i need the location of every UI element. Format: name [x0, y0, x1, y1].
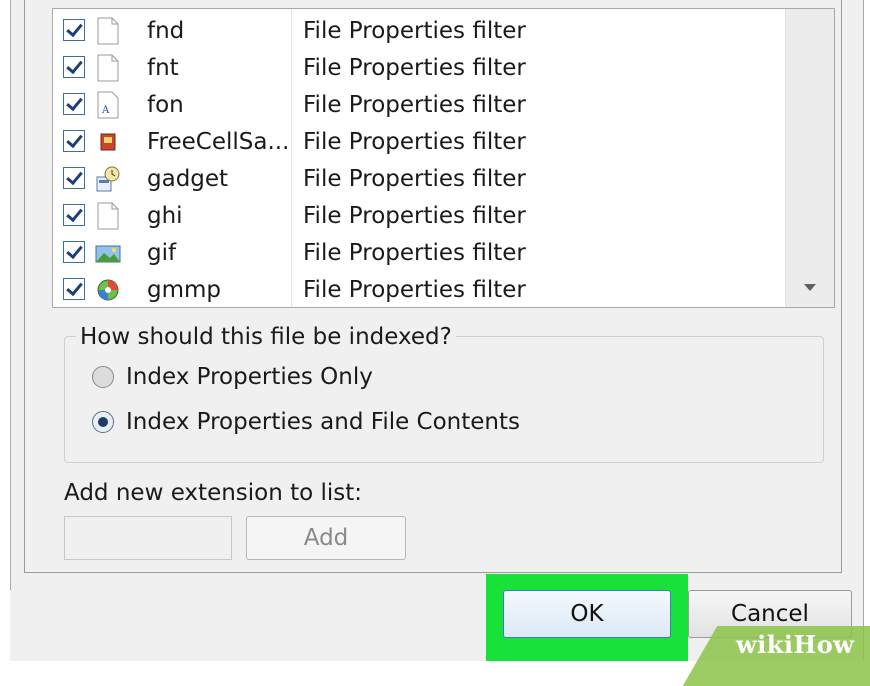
radio-label: Index Properties and File Contents	[126, 409, 521, 435]
radio-index-properties-and-contents[interactable]: Index Properties and File Contents	[92, 407, 520, 437]
list-item[interactable]: fnt File Properties filter	[53, 50, 783, 87]
add-extension-label: Add new extension to list:	[64, 480, 363, 506]
extension-input[interactable]	[64, 516, 232, 560]
file-extension: gadget	[147, 166, 229, 192]
list-item[interactable]: gmmp File Properties filter	[53, 272, 783, 309]
vertical-scrollbar[interactable]	[785, 9, 834, 307]
file-types-list[interactable]: fnd File Properties filter fnt File Prop…	[52, 8, 835, 308]
filter-description: File Properties filter	[303, 240, 526, 266]
radio-button[interactable]	[92, 366, 114, 388]
radio-label: Index Properties Only	[126, 364, 373, 390]
filter-description: File Properties filter	[303, 55, 526, 81]
checkbox[interactable]	[63, 19, 85, 41]
list-item[interactable]: gadget File Properties filter	[53, 161, 783, 198]
filter-description: File Properties filter	[303, 166, 526, 192]
freecell-save-icon	[100, 133, 116, 151]
checkbox[interactable]	[63, 204, 85, 226]
checkbox[interactable]	[63, 241, 85, 263]
list-item[interactable]: ghi File Properties filter	[53, 198, 783, 235]
scroll-down-icon[interactable]	[804, 284, 816, 291]
file-extension: fnt	[147, 55, 179, 81]
filter-description: File Properties filter	[303, 129, 526, 155]
list-item[interactable]: A fon File Properties filter	[53, 87, 783, 124]
filter-description: File Properties filter	[303, 92, 526, 118]
checkbox[interactable]	[63, 56, 85, 78]
radio-index-properties-only[interactable]: Index Properties Only	[92, 362, 373, 392]
file-extension: fnd	[147, 18, 185, 44]
radio-button-selected[interactable]	[92, 411, 114, 433]
media-file-icon	[97, 279, 119, 301]
add-button[interactable]: Add	[246, 516, 406, 560]
filter-description: File Properties filter	[303, 18, 526, 44]
svg-text:A: A	[101, 105, 110, 116]
indexing-question: How should this file be indexed?	[76, 322, 456, 352]
file-extension: FreeCellSa...	[147, 129, 290, 155]
list-item[interactable]: gif File Properties filter	[53, 235, 783, 272]
file-extension: gif	[147, 240, 177, 266]
list-item[interactable]: fnd File Properties filter	[53, 13, 783, 50]
checkbox[interactable]	[63, 167, 85, 189]
watermark-logo: wikiHow	[736, 630, 855, 659]
checkbox[interactable]	[63, 130, 85, 152]
blank-file-icon	[97, 202, 119, 230]
gadget-icon	[96, 166, 120, 192]
blank-file-icon	[97, 54, 119, 82]
checkbox[interactable]	[63, 93, 85, 115]
indexing-options-group	[64, 336, 824, 463]
filter-description: File Properties filter	[303, 203, 526, 229]
file-extension: ghi	[147, 203, 183, 229]
list-item[interactable]: FreeCellSa... File Properties filter	[53, 124, 783, 161]
blank-file-icon	[97, 17, 119, 45]
checkbox[interactable]	[63, 278, 85, 300]
image-file-icon	[95, 245, 121, 263]
ok-button[interactable]: OK	[503, 590, 671, 638]
font-file-icon: A	[97, 91, 119, 119]
file-extension: fon	[147, 92, 184, 118]
file-extension: gmmp	[147, 277, 222, 303]
filter-description: File Properties filter	[303, 277, 526, 303]
